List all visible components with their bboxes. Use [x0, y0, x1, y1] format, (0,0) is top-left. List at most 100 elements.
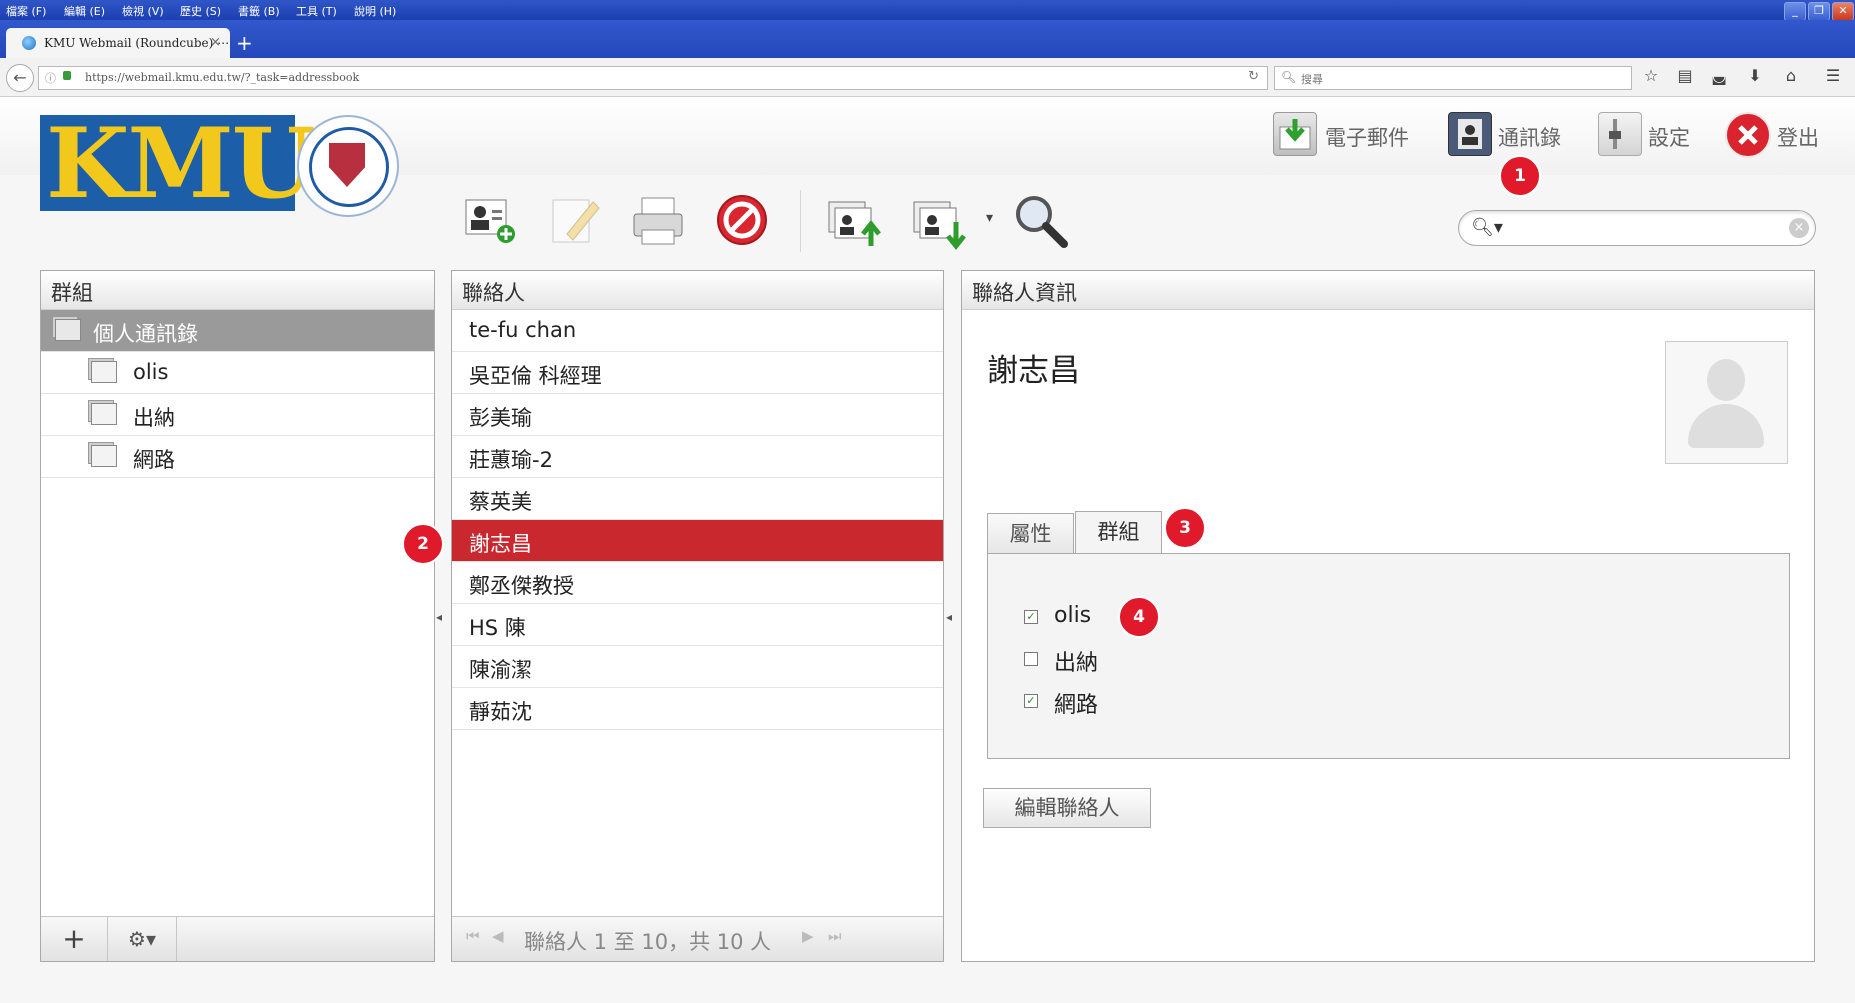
next-page-icon[interactable]: ▶ [802, 927, 814, 945]
groups-tab-content [987, 553, 1790, 759]
menu-history[interactable]: 歷史 (S) [180, 3, 221, 19]
print-icon[interactable] [628, 190, 688, 250]
contact-row[interactable]: te-fu chan [452, 310, 943, 352]
quick-search-input[interactable]: 🔍︎▾ × [1458, 210, 1816, 246]
tab-properties[interactable]: 屬性 [987, 513, 1074, 554]
group-checkbox-label: 出納 [1054, 651, 1099, 676]
pagination-count: 聯絡人 1 至 10，共 10 人 [524, 930, 772, 954]
contacts-panel: 聯絡人 te-fu chan 吳亞倫 科經理 彭美瑜 莊蕙瑜-2 蔡英美 謝志昌… [451, 270, 944, 962]
contact-row[interactable]: 彭美瑜 [452, 394, 943, 436]
import-icon[interactable] [825, 190, 885, 250]
logout-icon [1725, 112, 1771, 158]
toolbar-separator [800, 190, 801, 252]
nav-mail-button[interactable]: 電子郵件 [1273, 112, 1423, 160]
menu-tools[interactable]: 工具 (T) [296, 3, 337, 19]
group-item-cashier[interactable]: 出納 [41, 394, 434, 436]
group-checkbox-olis[interactable]: ✓ [1024, 610, 1038, 624]
search-options-icon[interactable]: 🔍︎▾ [1471, 217, 1503, 238]
favicon-icon [22, 36, 36, 50]
annotation-badge-4: 4 [1118, 596, 1160, 638]
restore-icon[interactable]: ❐ [1808, 2, 1830, 21]
contact-row[interactable]: 莊蕙瑜-2 [452, 436, 943, 478]
annotation-badge-1: 1 [1499, 155, 1541, 197]
first-page-icon[interactable]: ⏮ [466, 927, 480, 945]
url-text: https://webmail.kmu.edu.tw/?_task=addres… [85, 71, 360, 84]
reload-icon[interactable]: ↻ [1248, 69, 1259, 84]
browser-tabstrip [0, 20, 1855, 58]
settings-icon [1598, 112, 1642, 156]
search-icon[interactable] [1010, 190, 1070, 250]
menu-bookmarks[interactable]: 書籤 (B) [238, 3, 280, 19]
group-actions-gear-icon[interactable]: ⚙▾ [108, 917, 177, 961]
annotation-badge-2: 2 [402, 523, 444, 565]
lock-icon [63, 71, 71, 80]
browser-menubar: 檔案 (F) 編輯 (E) 檢視 (V) 歷史 (S) 書籤 (B) 工具 (T… [0, 0, 1855, 21]
contact-row[interactable]: HS 陳 [452, 604, 943, 646]
splitter-handle[interactable]: ◂ [436, 610, 442, 624]
new-tab-button[interactable]: + [236, 31, 253, 55]
group-icon [91, 361, 117, 383]
browser-tab[interactable]: KMU Webmail (Roundcube) ⋯ × [6, 28, 230, 58]
group-checkbox-network[interactable]: ✓ [1024, 694, 1038, 708]
groups-panel: 群組 個人通訊錄 olis 出納 網路 + ⚙▾ [40, 270, 435, 962]
menu-edit[interactable]: 編輯 (E) [64, 3, 105, 19]
contact-row[interactable]: 陳渝潔 [452, 646, 943, 688]
add-contact-icon[interactable] [460, 190, 520, 250]
close-window-icon[interactable]: ✕ [1832, 2, 1854, 21]
group-item-personal[interactable]: 個人通訊錄 [41, 310, 434, 352]
menu-file[interactable]: 檔案 (F) [6, 3, 46, 19]
info-icon[interactable]: ⓘ [45, 70, 56, 86]
groups-panel-header: 群組 [41, 271, 434, 310]
browser-search-placeholder: 搜尋 [1301, 73, 1323, 86]
menu-view[interactable]: 檢視 (V) [122, 3, 164, 19]
prev-page-icon[interactable]: ◀ [492, 927, 504, 945]
contact-row[interactable]: 靜茹沈 [452, 688, 943, 730]
group-item-network[interactable]: 網路 [41, 436, 434, 478]
splitter-handle[interactable]: ◂ [946, 610, 952, 624]
clear-search-icon[interactable]: × [1789, 218, 1809, 238]
nav-settings-button[interactable]: 設定 [1598, 112, 1718, 160]
nav-logout-button[interactable]: 登出 [1725, 112, 1845, 160]
group-item-olis[interactable]: olis [41, 352, 434, 394]
edit-contact-button[interactable]: 編輯聯絡人 [983, 788, 1151, 828]
mail-download-icon [1273, 112, 1317, 156]
contact-info-header: 聯絡人資訊 [962, 271, 1814, 310]
tab-title: KMU Webmail (Roundcube) ⋯ [44, 36, 230, 50]
university-seal-icon [297, 115, 399, 217]
search-icon: 🔍︎ [1281, 70, 1297, 84]
menu-help[interactable]: 說明 (H) [354, 3, 396, 19]
annotation-badge-3: 3 [1164, 507, 1206, 549]
contact-row[interactable]: 吳亞倫 科經理 [452, 352, 943, 394]
contact-row-selected[interactable]: 謝志昌 [452, 520, 943, 562]
contact-name: 謝志昌 [987, 353, 1080, 389]
nav-addressbook-button[interactable]: 通訊錄 [1448, 112, 1588, 160]
group-checkbox-label: olis [1054, 603, 1092, 628]
contact-row[interactable]: 蔡英美 [452, 478, 943, 520]
reading-list-icon[interactable]: ▤ [1674, 66, 1696, 85]
minimize-icon[interactable]: _ [1784, 2, 1806, 21]
back-arrow-icon[interactable]: ← [6, 64, 34, 92]
browser-search-input[interactable]: 🔍︎ 搜尋 [1274, 66, 1632, 90]
url-bar[interactable]: ⓘ https://webmail.kmu.edu.tw/?_task=addr… [38, 66, 1268, 90]
last-page-icon[interactable]: ⏭ [828, 927, 842, 945]
export-icon[interactable] [910, 190, 970, 251]
groups-panel-footer: + ⚙▾ [41, 916, 434, 961]
group-checkbox-cashier[interactable] [1024, 652, 1038, 666]
pocket-icon[interactable]: ◛ [1708, 66, 1730, 85]
group-checkbox-label: 網路 [1054, 693, 1099, 718]
delete-icon[interactable] [712, 190, 772, 250]
bookmark-star-icon[interactable]: ☆ [1640, 66, 1662, 85]
edit-contact-icon[interactable] [545, 190, 605, 250]
group-icon [91, 403, 117, 425]
add-group-button[interactable]: + [41, 917, 108, 961]
hamburger-menu-icon[interactable]: ☰ [1822, 66, 1844, 85]
home-icon[interactable]: ⌂ [1780, 66, 1802, 85]
export-dropdown-icon[interactable]: ▾ [986, 210, 993, 226]
addressbook-icon [55, 319, 81, 341]
download-icon[interactable]: ⬇ [1744, 66, 1766, 85]
contact-row[interactable]: 鄭丞傑教授 [452, 562, 943, 604]
kmu-logo: KMU [40, 109, 315, 219]
tab-close-icon[interactable]: × [210, 35, 221, 50]
addressbook-icon [1448, 112, 1492, 156]
tab-groups[interactable]: 群組 [1075, 511, 1162, 554]
